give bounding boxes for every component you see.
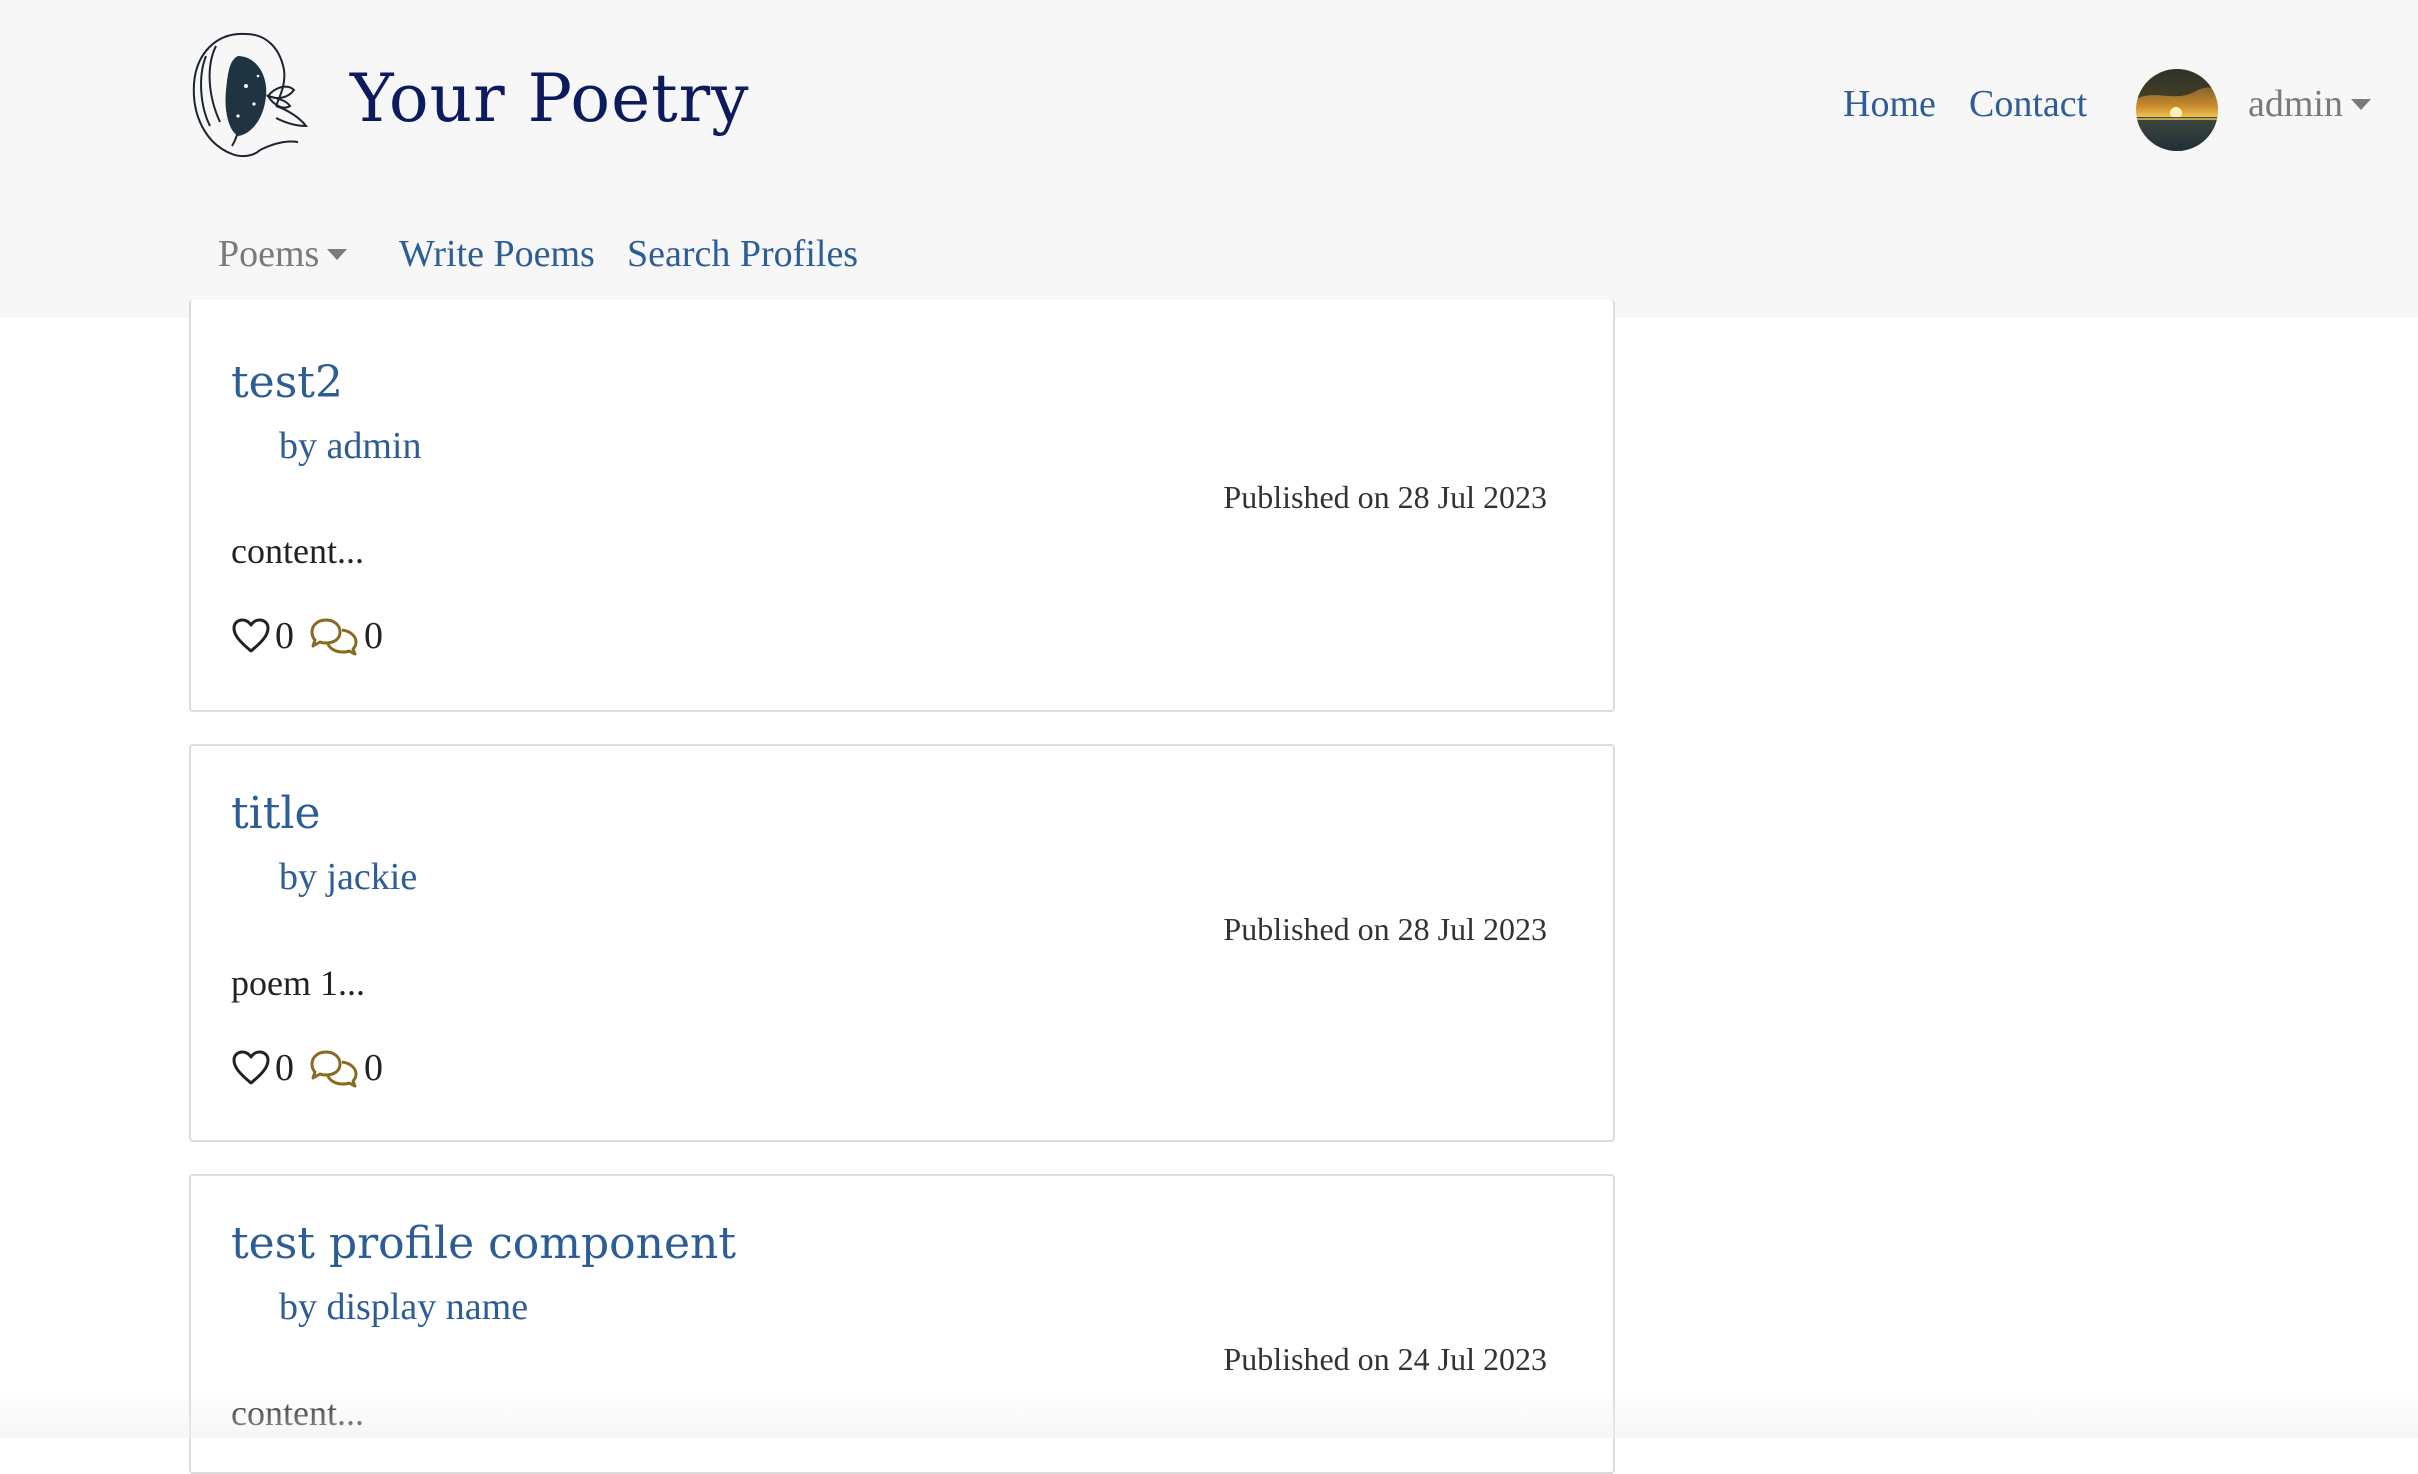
poem-stats: 0 0: [231, 614, 383, 658]
comments-icon: [310, 618, 358, 656]
user-name: admin: [2248, 83, 2343, 125]
brand-title[interactable]: Your Poetry: [350, 60, 750, 137]
poem-card: test profile component by display name P…: [189, 1174, 1615, 1474]
comment-button[interactable]: 0: [308, 614, 383, 658]
poem-card: title by jackie Published on 28 Jul 2023…: [189, 744, 1615, 1142]
chevron-down-icon: [327, 248, 348, 260]
like-button[interactable]: 0: [231, 614, 294, 658]
user-dropdown-toggle[interactable]: admin: [2248, 82, 2371, 126]
poem-title-link[interactable]: title: [231, 788, 321, 839]
like-count: 0: [275, 615, 294, 657]
like-button[interactable]: 0: [231, 1046, 294, 1090]
chevron-down-icon: [2350, 98, 2371, 110]
user-avatar[interactable]: [2136, 69, 2218, 151]
poem-card: test2 by admin Published on 28 Jul 2023 …: [189, 300, 1615, 712]
poem-published-date: Published on 24 Jul 2023: [1223, 1341, 1547, 1377]
comments-icon: [310, 1050, 358, 1088]
poem-excerpt: poem 1...: [231, 963, 365, 1003]
poem-author-link[interactable]: by jackie: [279, 855, 417, 899]
comment-count: 0: [364, 615, 383, 657]
poem-published-date: Published on 28 Jul 2023: [1223, 479, 1547, 515]
heart-icon: [232, 1050, 270, 1085]
poem-published-date: Published on 28 Jul 2023: [1223, 911, 1547, 947]
poems-dropdown-toggle[interactable]: Poems: [218, 232, 348, 276]
poem-excerpt: content...: [231, 1393, 364, 1433]
like-count: 0: [275, 1047, 294, 1089]
poem-excerpt: content...: [231, 531, 364, 571]
poem-author-link[interactable]: by admin: [279, 424, 421, 468]
poems-label: Poems: [218, 233, 320, 275]
comment-button[interactable]: 0: [308, 1046, 383, 1090]
poem-title-link[interactable]: test profile component: [231, 1218, 736, 1269]
write-poems-link[interactable]: Write Poems: [399, 232, 595, 276]
nav-contact-link[interactable]: Contact: [1969, 82, 2087, 126]
comment-count: 0: [364, 1047, 383, 1089]
search-profiles-link[interactable]: Search Profiles: [627, 232, 858, 276]
site-header: Your Poetry Home Contact admin Poems Wri…: [0, 0, 2418, 318]
woman-face-logo-icon[interactable]: [176, 26, 316, 162]
poem-stats: 0 0: [231, 1046, 383, 1090]
heart-icon: [232, 618, 270, 653]
poem-author-link[interactable]: by display name: [279, 1285, 528, 1329]
nav-home-link[interactable]: Home: [1843, 82, 1936, 126]
poem-title-link[interactable]: test2: [231, 357, 343, 408]
